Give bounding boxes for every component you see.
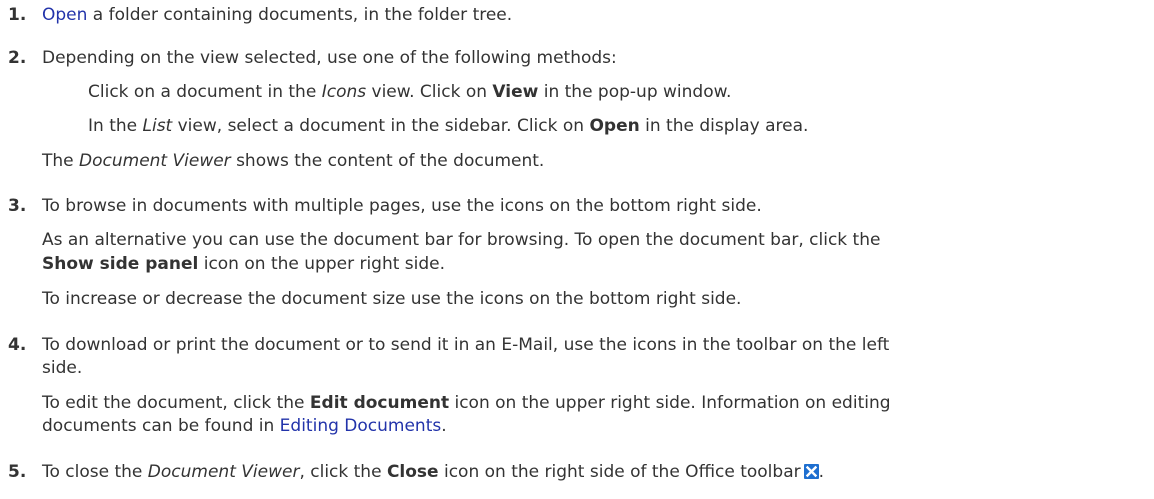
open-link[interactable]: Open <box>42 5 87 25</box>
close-icon <box>803 464 819 479</box>
step-number: 5. <box>8 462 27 482</box>
paragraph-text: documents can be found in Editing Docume… <box>42 416 447 436</box>
step-text: To browse in documents with multiple pag… <box>42 196 762 216</box>
instruction-document: 1. Open a folder containing documents, i… <box>0 0 1154 499</box>
step-text: Open a folder containing documents, in t… <box>42 5 513 25</box>
method-text: Click on a document in the Icons view. C… <box>88 82 732 102</box>
step-text: Depending on the view selected, use one … <box>42 48 617 68</box>
editing-documents-link[interactable]: Editing Documents <box>280 416 442 436</box>
result-text: The Document Viewer shows the content of… <box>42 151 545 171</box>
method-text: In the List view, select a document in t… <box>88 116 809 136</box>
step-text: side. <box>42 358 83 378</box>
step-text: To close the Document Viewer, click the … <box>42 462 825 482</box>
step-number: 1. <box>8 5 27 25</box>
paragraph-text: As an alternative you can use the docume… <box>42 230 881 250</box>
step-number: 2. <box>8 48 27 68</box>
step-number: 3. <box>8 196 27 216</box>
paragraph-text: Show side panel icon on the upper right … <box>42 254 446 274</box>
paragraph-text: To edit the document, click the Edit doc… <box>42 393 891 413</box>
paragraph-text: To increase or decrease the document siz… <box>42 289 742 309</box>
step-text: To download or print the document or to … <box>42 335 890 355</box>
step-number: 4. <box>8 335 27 355</box>
